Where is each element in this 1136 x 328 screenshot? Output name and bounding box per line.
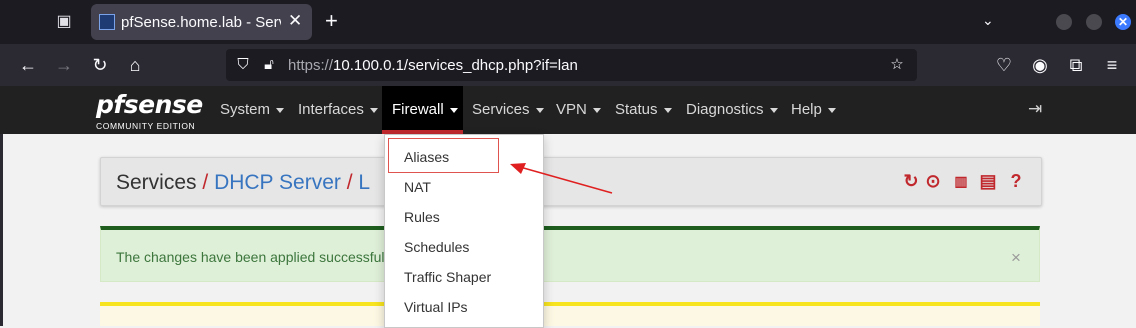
menu-status[interactable]: Status [615, 86, 672, 134]
caret-down-icon [827, 107, 836, 113]
menu-label: Interfaces [298, 101, 364, 118]
menu-label: VPN [556, 101, 587, 118]
menu-services[interactable]: Services [472, 86, 544, 134]
dropdown-item-schedules[interactable]: Schedules [404, 239, 469, 255]
pfsense-logo[interactable]: pfsense COMMUNITY EDITION [96, 90, 206, 132]
breadcrumb: Services / DHCP Server / L [116, 171, 370, 195]
url-scheme: https:// [288, 57, 334, 74]
menu-label: Firewall [392, 101, 444, 118]
alert-message: The changes have been applied successful… [116, 249, 388, 265]
dropdown-item-traffic-shaper[interactable]: Traffic Shaper [404, 269, 491, 285]
breadcrumb-lan[interactable]: L [358, 171, 370, 194]
pfsense-navbar: pfsense COMMUNITY EDITION System Interfa… [0, 86, 1136, 134]
caret-down-icon [449, 107, 458, 113]
browser-nav-bar: ← → ↻ ⌂ ⛉ 🔓︎ https://10.100.0.1/services… [0, 44, 1136, 86]
bookmark-star-icon[interactable]: ☆ [888, 56, 906, 74]
window-close-button[interactable]: ✕ [1115, 14, 1131, 30]
maximize-button[interactable] [1086, 14, 1102, 30]
logo-subtitle: COMMUNITY EDITION [96, 121, 196, 131]
menu-diagnostics[interactable]: Diagnostics [686, 86, 778, 134]
menu-system[interactable]: System [220, 86, 285, 134]
hamburger-menu-icon[interactable]: ≡ [1102, 55, 1122, 75]
chevron-down-icon[interactable]: ⌄ [982, 12, 994, 29]
success-alert: The changes have been applied successful… [100, 226, 1040, 282]
log-icon[interactable]: ▤ [978, 171, 998, 191]
breadcrumb-dhcp-server[interactable]: DHCP Server [214, 171, 341, 194]
menu-label: Services [472, 101, 530, 118]
caret-down-icon [592, 107, 601, 113]
url-text[interactable]: https://10.100.0.1/services_dhcp.php?if=… [288, 57, 578, 74]
back-arrow-icon[interactable]: ← [18, 55, 38, 75]
breadcrumb-separator: / [346, 171, 353, 194]
tab-close-icon[interactable]: ✕ [288, 12, 302, 30]
url-bar[interactable]: ⛉ 🔓︎ https://10.100.0.1/services_dhcp.ph… [226, 49, 917, 81]
warning-alert [100, 302, 1040, 326]
menu-label: Status [615, 101, 658, 118]
caret-down-icon [769, 107, 778, 113]
graph-icon[interactable]: ▥ [951, 171, 971, 191]
forward-arrow-icon[interactable]: → [54, 55, 74, 75]
menu-interfaces[interactable]: Interfaces [298, 86, 378, 134]
logout-icon[interactable]: ⇥ [1028, 100, 1046, 118]
menu-label: System [220, 101, 271, 118]
shield-icon[interactable]: ⛉ [234, 56, 252, 74]
alert-close-icon[interactable]: × [1011, 248, 1021, 268]
stop-service-icon[interactable]: ⊙ [923, 171, 943, 191]
logo-text: pfsense [96, 90, 203, 119]
dropdown-item-nat[interactable]: NAT [404, 179, 431, 195]
breadcrumb-services: Services [116, 171, 197, 194]
menu-vpn[interactable]: VPN [556, 86, 601, 134]
reload-icon[interactable]: ↻ [90, 55, 110, 75]
breadcrumb-separator: / [202, 171, 209, 194]
menu-label: Diagnostics [686, 101, 764, 118]
pfsense-favicon-icon [99, 14, 115, 30]
caret-down-icon [535, 107, 544, 113]
menu-help[interactable]: Help [791, 86, 836, 134]
annotation-arrow-icon [510, 163, 613, 194]
extensions-icon[interactable]: ⧉ [1066, 55, 1086, 75]
tab-title: pfSense.home.lab - Servic [121, 14, 281, 31]
tab-list-icon[interactable]: ▣ [55, 13, 73, 31]
help-icon[interactable]: ? [1006, 171, 1026, 191]
restart-service-icon[interactable]: ↻ [901, 171, 921, 191]
annotation-highlight-box [388, 138, 499, 173]
menu-label: Help [791, 101, 822, 118]
pocket-icon[interactable]: ♡ [994, 55, 1014, 75]
browser-tab[interactable]: pfSense.home.lab - Servic ✕ [91, 4, 312, 40]
caret-down-icon [276, 107, 285, 113]
home-icon[interactable]: ⌂ [125, 55, 145, 75]
caret-down-icon [369, 107, 378, 113]
url-path: 10.100.0.1/services_dhcp.php?if=lan [333, 57, 578, 74]
window-edge [0, 134, 3, 326]
minimize-button[interactable] [1056, 14, 1072, 30]
lock-icon[interactable]: 🔓︎ [260, 56, 278, 74]
menu-firewall[interactable]: Firewall [382, 86, 463, 134]
caret-down-icon [663, 107, 672, 113]
browser-tab-bar: ▣ pfSense.home.lab - Servic ✕ + ⌄ ✕ [0, 0, 1136, 44]
dropdown-item-rules[interactable]: Rules [404, 209, 440, 225]
new-tab-icon[interactable]: + [325, 10, 338, 32]
dropdown-item-virtual-ips[interactable]: Virtual IPs [404, 299, 468, 315]
account-icon[interactable]: ◉ [1030, 55, 1050, 75]
